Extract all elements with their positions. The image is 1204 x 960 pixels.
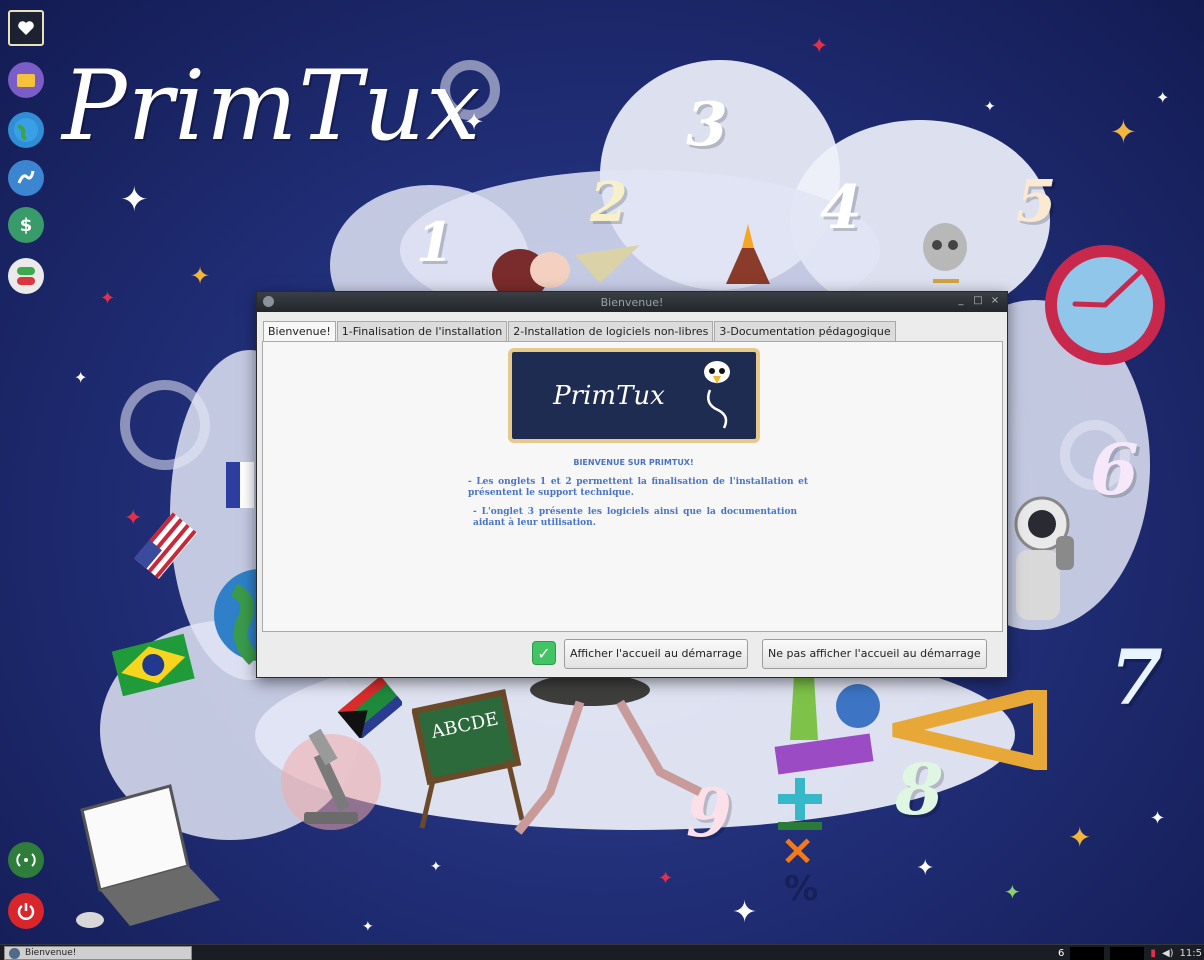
microscope-icon xyxy=(281,728,381,830)
star-decoration: ✦ xyxy=(1150,808,1166,829)
taskbar: Bienvenue! 6 ▮ ◀) 11:5 xyxy=(0,944,1204,960)
app-icon xyxy=(9,948,20,959)
volume-icon[interactable]: ◀) xyxy=(1162,948,1174,959)
wallpaper-number: 5 xyxy=(1016,167,1057,235)
welcome-heading: BIENVENUE SUR PRIMTUX! xyxy=(573,458,694,467)
hide-at-startup-button[interactable]: Ne pas afficher l'accueil au démarrage xyxy=(762,639,987,669)
network-icon[interactable] xyxy=(8,842,44,878)
system-tray: 6 ▮ ◀) 11:5 xyxy=(1058,946,1204,960)
tray-slot xyxy=(1110,946,1145,960)
volcano-icon xyxy=(726,224,770,284)
window-menu-icon[interactable] xyxy=(263,296,274,307)
tab-bar: Bienvenue! 1-Finalisation de l'installat… xyxy=(263,321,897,343)
welcome-paragraph-1: - Les onglets 1 et 2 permettent la final… xyxy=(468,477,808,498)
tab-documentation[interactable]: 3-Documentation pédagogique xyxy=(714,321,896,342)
set-square-icon xyxy=(892,690,1047,770)
taskbar-item-label: Bienvenue! xyxy=(25,948,77,958)
star-decoration: ✦ xyxy=(362,919,374,935)
swirl xyxy=(120,380,210,470)
svg-text:%: % xyxy=(784,869,818,908)
laptop-icon xyxy=(76,784,220,928)
star-decoration: ✦ xyxy=(810,34,829,59)
math-shapes-icon: × % xyxy=(774,676,880,908)
star-decoration: ✦ xyxy=(120,180,149,220)
wallpaper-number: 6 xyxy=(1090,428,1139,511)
window-titlebar[interactable]: Bienvenue! _ □ × xyxy=(257,292,1007,312)
svg-text:×: × xyxy=(780,825,815,874)
girl-reading-icon xyxy=(492,245,640,295)
window-footer: ✓ Afficher l'accueil au démarrage Ne pas… xyxy=(262,637,1003,673)
ostrich-icon xyxy=(514,674,703,835)
tray-slot xyxy=(1070,946,1105,960)
web-browser-icon[interactable] xyxy=(8,112,44,148)
minimize-icon[interactable]: _ xyxy=(955,295,967,307)
star-decoration: ✦ xyxy=(732,895,758,930)
star-decoration: ✦ xyxy=(1110,113,1137,151)
star-decoration: ✦ xyxy=(658,868,674,889)
close-icon[interactable]: × xyxy=(989,295,1001,307)
star-decoration: ✦ xyxy=(74,368,88,387)
checkmark-icon: ✓ xyxy=(532,641,556,665)
star-decoration: ✦ xyxy=(124,506,143,531)
france-flag-icon xyxy=(226,462,254,508)
wall-clock-icon xyxy=(1045,245,1165,365)
toggle-switch-icon[interactable] xyxy=(8,258,44,294)
clock[interactable]: 11:5 xyxy=(1180,948,1204,959)
star-decoration: ✦ xyxy=(1004,880,1021,904)
tab-non-free-software[interactable]: 2-Installation de logiciels non-libres xyxy=(508,321,714,342)
window-title: Bienvenue! xyxy=(600,295,664,309)
tab-finalisation[interactable]: 1-Finalisation de l'installation xyxy=(336,321,508,342)
wallpaper-number: 1 xyxy=(416,210,454,274)
star-decoration: ✦ xyxy=(430,859,442,875)
wallpaper-number: 3 xyxy=(686,90,728,160)
brazil-flag-icon xyxy=(111,633,195,696)
welcome-paragraph-2: - L'onglet 3 présente les logiciels ains… xyxy=(473,507,797,528)
money-icon[interactable]: $ xyxy=(8,207,44,243)
notification-icon[interactable]: 6 xyxy=(1058,948,1064,959)
skull-icon xyxy=(923,223,967,283)
primtux-logo-text: PrimTux xyxy=(62,50,482,162)
penguin-mascot-icon xyxy=(704,361,730,429)
primtux-menu-icon[interactable] xyxy=(8,10,44,46)
handwriting-icon[interactable] xyxy=(8,160,44,196)
tab-welcome[interactable]: Bienvenue! xyxy=(263,321,336,343)
banner-logo-text: PrimTux xyxy=(553,380,665,411)
maximize-icon[interactable]: □ xyxy=(972,295,984,307)
show-at-startup-button[interactable]: Afficher l'accueil au démarrage xyxy=(564,639,748,669)
star-decoration: ✦ xyxy=(190,262,211,290)
wallpaper-number: 7 xyxy=(1110,633,1163,722)
left-dock: $ xyxy=(0,0,52,944)
keyboard-layout-icon[interactable]: ▮ xyxy=(1150,948,1156,959)
star-decoration: ✦ xyxy=(100,288,116,309)
astronaut-icon xyxy=(1014,496,1074,620)
power-icon[interactable] xyxy=(8,893,44,929)
star-decoration: ✦ xyxy=(464,108,485,136)
welcome-window: Bienvenue! _ □ × Bienvenue! 1-Finalisati… xyxy=(256,291,1008,678)
star-decoration: ✦ xyxy=(916,856,935,881)
primtux-banner: PrimTux xyxy=(508,348,760,443)
wallpaper-number: 2 xyxy=(590,170,628,234)
wallpaper-number: 4 xyxy=(820,173,862,243)
star-decoration: ✦ xyxy=(1156,88,1170,107)
star-decoration: ✦ xyxy=(984,99,996,115)
taskbar-item-welcome[interactable]: Bienvenue! xyxy=(4,946,192,960)
folder-icon[interactable] xyxy=(8,62,44,98)
star-decoration: ✦ xyxy=(1068,821,1092,854)
welcome-panel: PrimTux BIENVENUE SUR PRIMTUX! - Les ong… xyxy=(262,341,1003,632)
